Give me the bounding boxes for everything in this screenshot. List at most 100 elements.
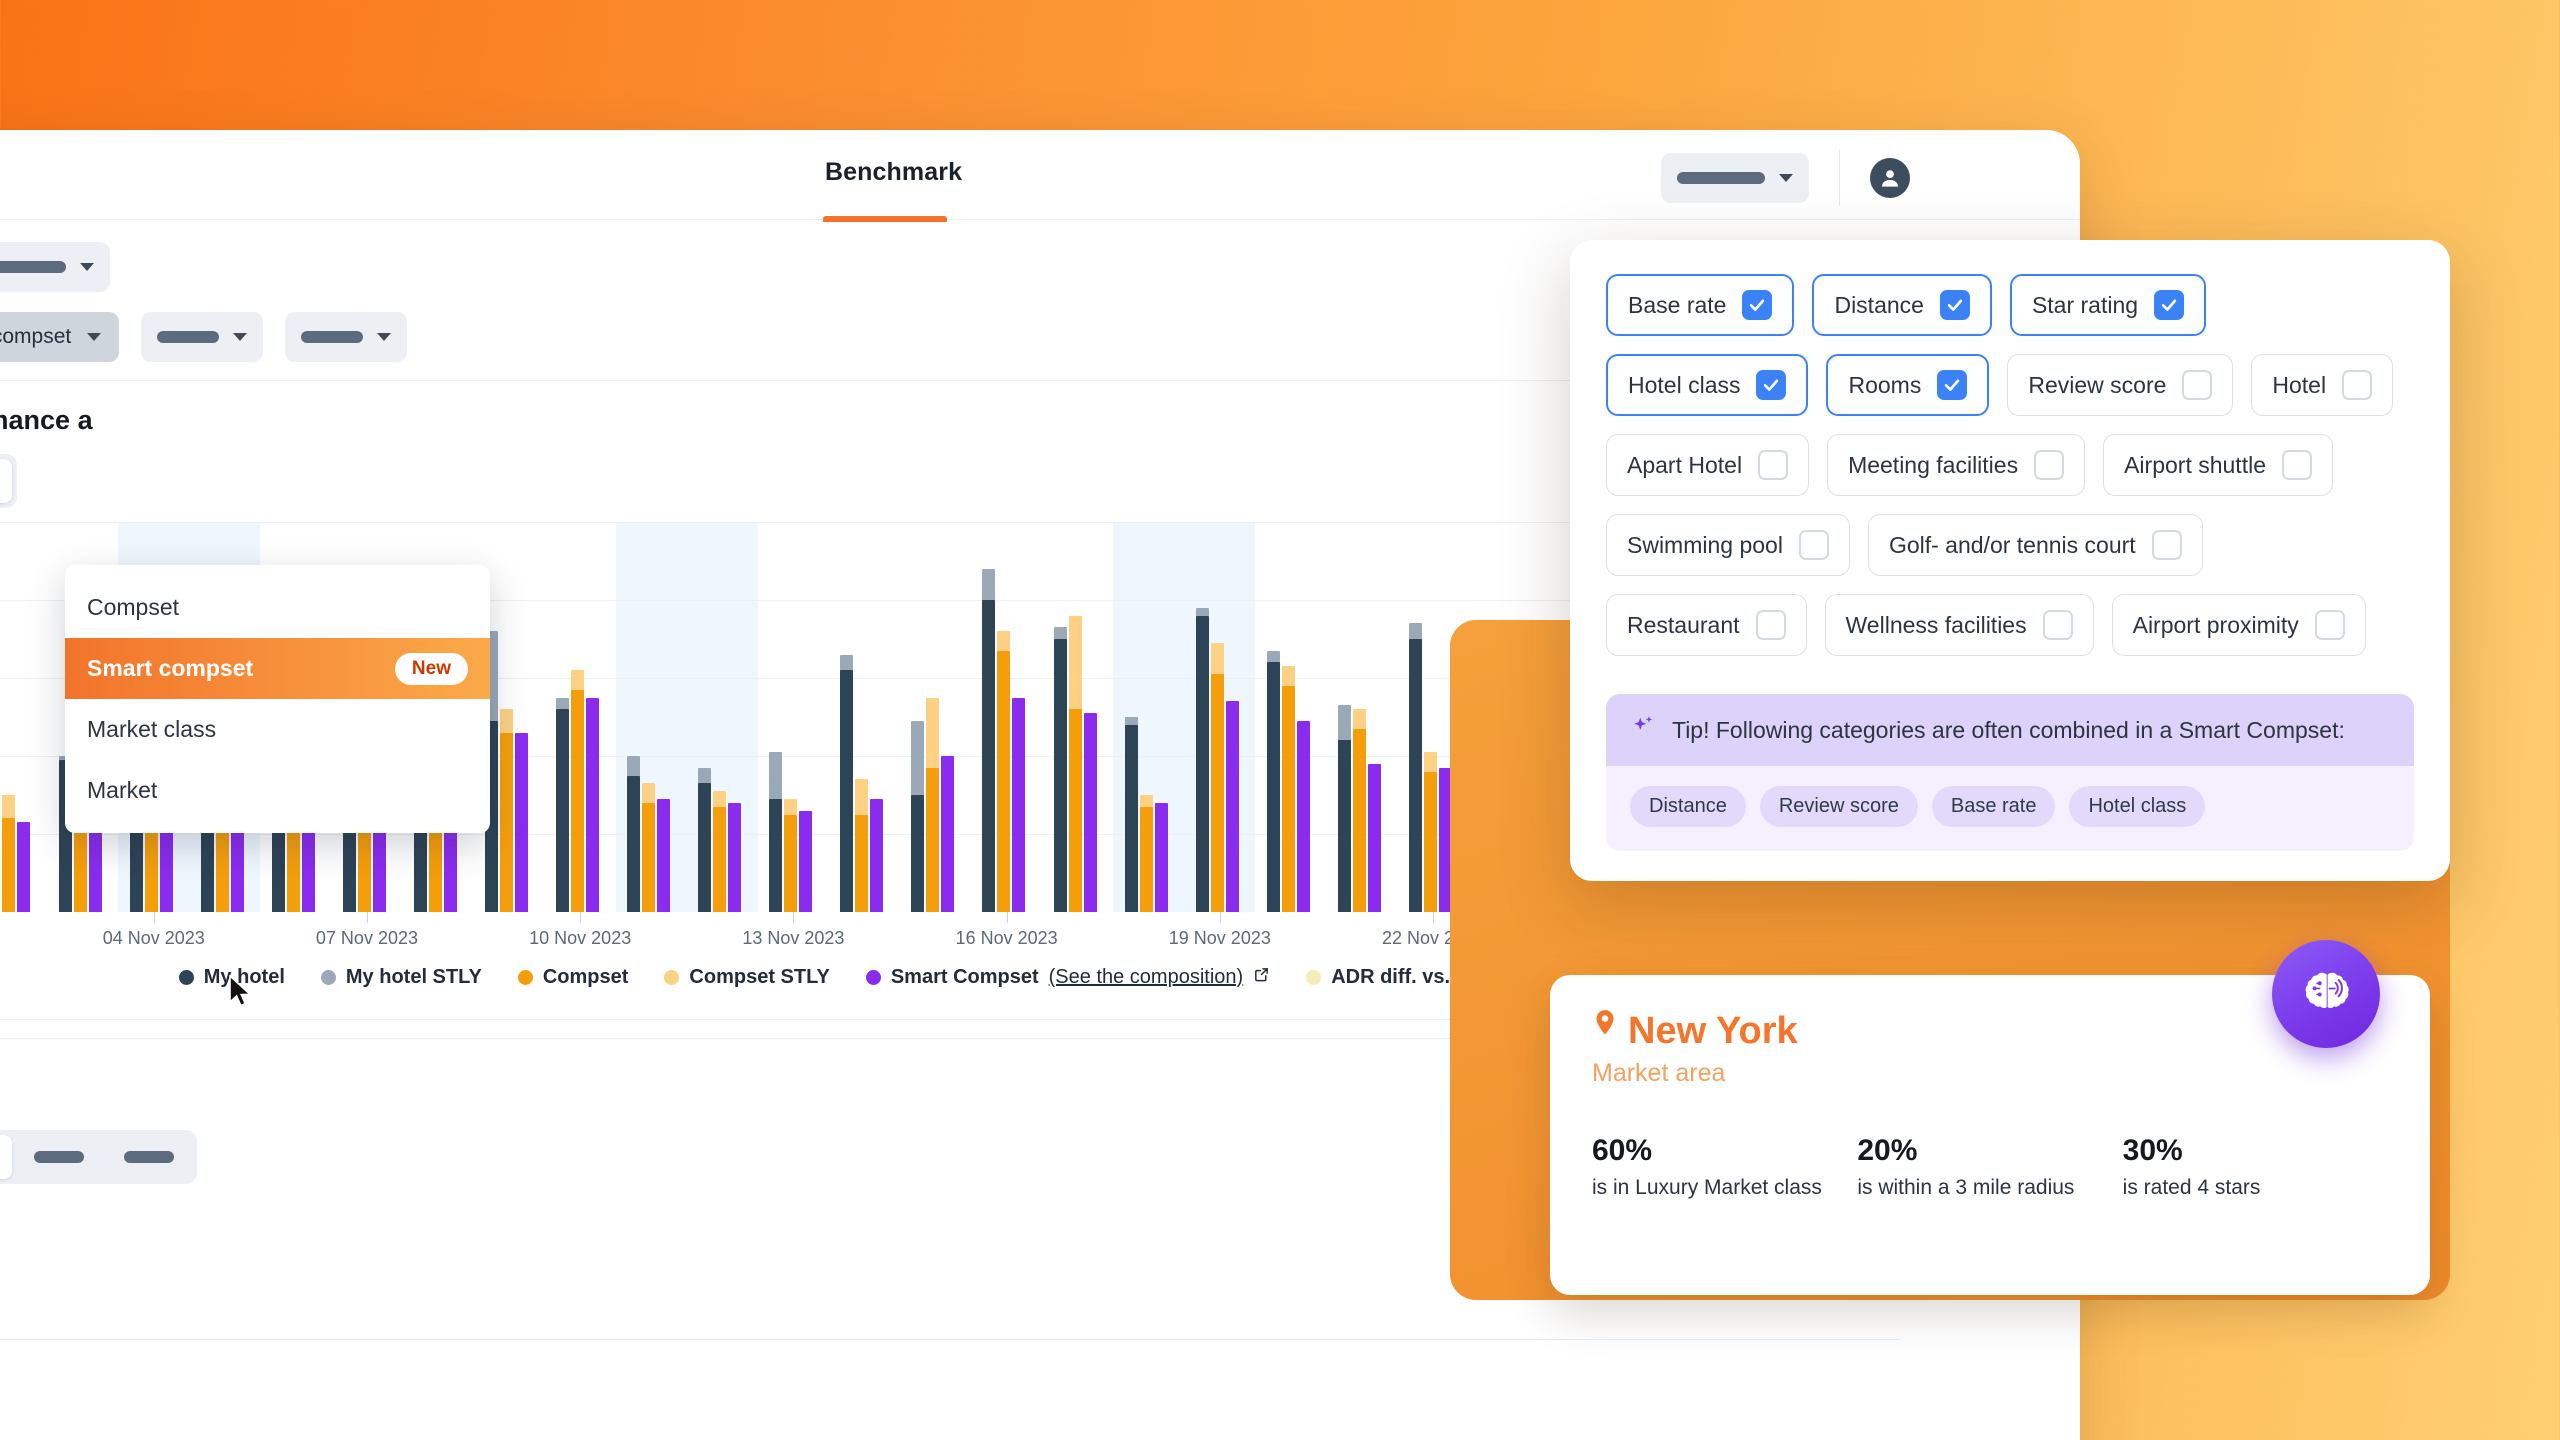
- redacted-label: [157, 331, 219, 343]
- chart-bar-group[interactable]: [1338, 705, 1381, 912]
- bar-my-hotel-value: [1267, 662, 1280, 912]
- tip-category-chip[interactable]: Review score: [1760, 786, 1918, 827]
- compset-type-select[interactable]: Smart compset: [0, 312, 119, 362]
- chart-bar-group[interactable]: [698, 768, 741, 912]
- filter-chip[interactable]: Apart Hotel: [1606, 434, 1809, 496]
- filter-chip-label: Golf- and/or tennis court: [1889, 532, 2136, 559]
- chart-bar-group[interactable]: [1054, 616, 1097, 912]
- market-stat-caption: is within a 3 mile radius: [1857, 1176, 2122, 1200]
- chart-bar-group[interactable]: [1125, 717, 1168, 912]
- chart-bar-group[interactable]: [982, 569, 1025, 912]
- bar-compset: [926, 698, 939, 913]
- bar-my-hotel: [1409, 623, 1422, 912]
- bar-compset: [1140, 795, 1153, 912]
- filter-chip[interactable]: Airport shuttle: [2103, 434, 2333, 496]
- checkbox-checked-icon[interactable]: [1756, 370, 1786, 400]
- checkbox-icon[interactable]: [1758, 450, 1788, 480]
- checkbox-icon[interactable]: [2342, 370, 2372, 400]
- account-circle-icon[interactable]: [1870, 158, 1910, 198]
- chart-bar-group[interactable]: [911, 698, 954, 913]
- checkbox-icon[interactable]: [2034, 450, 2064, 480]
- bar-smart-compset: [657, 799, 670, 912]
- pace-segment-2[interactable]: [16, 1135, 102, 1179]
- checkbox-icon[interactable]: [1756, 610, 1786, 640]
- filter-chip-label: Rooms: [1848, 372, 1921, 399]
- compset-menu-item[interactable]: Market: [65, 760, 490, 821]
- header-property-select[interactable]: [1661, 153, 1809, 203]
- chart-bar-group[interactable]: [485, 631, 528, 912]
- pace-segment-active[interactable]: [0, 1135, 12, 1179]
- tip-category-chip[interactable]: Distance: [1630, 786, 1746, 827]
- checkbox-icon[interactable]: [2152, 530, 2182, 560]
- market-stat: 20% is within a 3 mile radius: [1857, 1134, 2122, 1200]
- checkbox-icon[interactable]: [2315, 610, 2345, 640]
- filter-chip[interactable]: Meeting facilities: [1827, 434, 2085, 496]
- tab-benchmark[interactable]: Benchmark: [825, 158, 962, 187]
- chart-bar-group[interactable]: [1409, 623, 1452, 912]
- filter-chip[interactable]: Star rating: [2010, 274, 2206, 336]
- compset-menu-item[interactable]: Smart compsetNew: [65, 638, 490, 699]
- compset-menu-item-label: Compset: [87, 594, 179, 621]
- chart-bar-group[interactable]: [556, 670, 599, 912]
- chart-bar-group[interactable]: [840, 655, 883, 912]
- x-axis-tick: [1220, 912, 1221, 923]
- legend-item: Compset STLY: [664, 966, 829, 989]
- ai-brain-icon[interactable]: [2272, 940, 2380, 1048]
- legend-color-dot: [866, 970, 881, 985]
- bar-compset-value: [642, 803, 655, 912]
- chart-bar-group[interactable]: [769, 752, 812, 912]
- market-stat-value: 20%: [1857, 1134, 2122, 1168]
- filter-select-5[interactable]: [285, 312, 407, 362]
- filter-select-2[interactable]: [0, 242, 110, 292]
- filter-chip[interactable]: Hotel class: [1606, 354, 1808, 416]
- checkbox-checked-icon[interactable]: [1937, 370, 1967, 400]
- chart-bar-group[interactable]: [0, 752, 30, 912]
- filter-chip[interactable]: Review score: [2007, 354, 2233, 416]
- bar-compset: [713, 791, 726, 912]
- checkbox-checked-icon[interactable]: [1940, 290, 1970, 320]
- compset-menu-item[interactable]: Market class: [65, 699, 490, 760]
- x-axis-tick-label: 16 Nov 2023: [956, 928, 1058, 949]
- bar-my-hotel-value: [911, 795, 924, 912]
- filter-chip[interactable]: Golf- and/or tennis court: [1868, 514, 2203, 576]
- checkbox-icon[interactable]: [1799, 530, 1829, 560]
- bar-my-hotel: [982, 569, 995, 912]
- filter-chip[interactable]: Rooms: [1826, 354, 1989, 416]
- checkbox-icon[interactable]: [2182, 370, 2212, 400]
- tip-category-chip[interactable]: Base rate: [1932, 786, 2056, 827]
- filter-chip-label: Star rating: [2032, 292, 2138, 319]
- segment-option-active[interactable]: [0, 459, 12, 503]
- redacted-label: [34, 1151, 84, 1163]
- filter-chip[interactable]: Base rate: [1606, 274, 1794, 336]
- x-axis-tick-label: 04 Nov 2023: [103, 928, 205, 949]
- checkbox-icon[interactable]: [2043, 610, 2073, 640]
- filter-chip[interactable]: Wellness facilities: [1825, 594, 2094, 656]
- tab-active-indicator: [823, 216, 947, 222]
- x-axis-tick: [1433, 912, 1434, 923]
- see-composition-link[interactable]: (See the composition): [1049, 966, 1244, 989]
- checkbox-icon[interactable]: [2282, 450, 2312, 480]
- filter-chip[interactable]: Restaurant: [1606, 594, 1807, 656]
- filter-chip[interactable]: Airport proximity: [2112, 594, 2366, 656]
- compset-dropdown-menu[interactable]: Compset Smart compsetNewMarket classMarke…: [65, 565, 490, 833]
- tip-category-chip[interactable]: Hotel class: [2069, 786, 2205, 827]
- bar-compset: [784, 799, 797, 912]
- x-axis-tick: [154, 912, 155, 923]
- filter-select-4[interactable]: [141, 312, 263, 362]
- checkbox-checked-icon[interactable]: [2154, 290, 2184, 320]
- market-stat-caption: is rated 4 stars: [2123, 1176, 2388, 1200]
- bar-smart-compset: [1084, 713, 1097, 912]
- chart-bar-group[interactable]: [627, 756, 670, 912]
- chart-bar-group[interactable]: [1196, 608, 1239, 912]
- compset-menu-item[interactable]: Compset: [65, 577, 490, 638]
- chart-bar-group[interactable]: [1267, 651, 1310, 912]
- legend-color-dot: [179, 970, 194, 985]
- pace-segment-3[interactable]: [106, 1135, 192, 1179]
- filter-chip[interactable]: Distance: [1812, 274, 1991, 336]
- x-axis-tick-label: 10 Nov 2023: [529, 928, 631, 949]
- checkbox-checked-icon[interactable]: [1742, 290, 1772, 320]
- bar-smart-compset: [1297, 721, 1310, 912]
- filter-chip[interactable]: Swimming pool: [1606, 514, 1850, 576]
- market-stat-value: 30%: [2123, 1134, 2388, 1168]
- filter-chip[interactable]: Hotel: [2251, 354, 2393, 416]
